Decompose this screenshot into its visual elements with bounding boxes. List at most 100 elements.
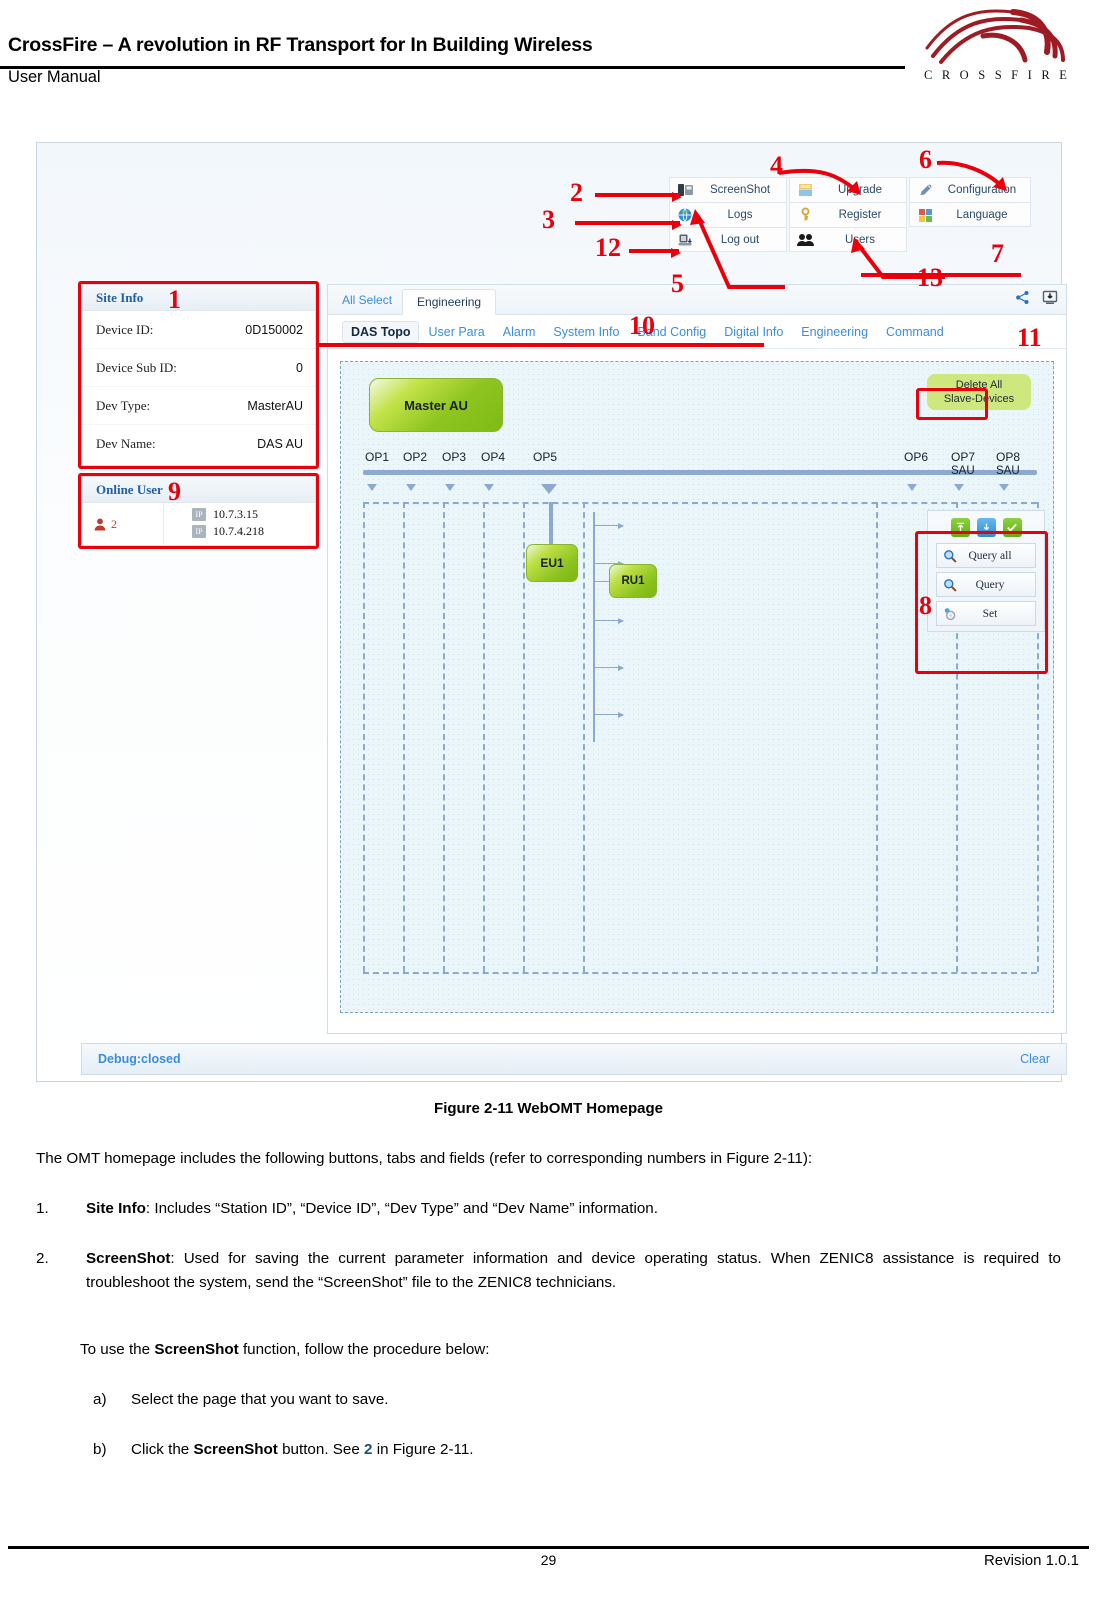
screenshot-procedure-intro: To use the ScreenShot function, follow t…	[80, 1338, 1040, 1362]
register-label: Register	[838, 209, 882, 221]
intro-paragraph: The OMT homepage includes the following …	[36, 1150, 813, 1167]
port-drop-op7	[954, 484, 964, 491]
tab-command[interactable]: Command	[877, 322, 953, 342]
revision-label: Revision 1.0.1	[983, 1552, 1079, 1569]
clear-link[interactable]: Clear	[1020, 1052, 1050, 1066]
sub-item-a-marker: a)	[93, 1391, 107, 1408]
annotation-box-8	[915, 531, 1048, 674]
document-subtitle: User Manual	[8, 68, 101, 86]
annotation-number-10: 10	[629, 311, 655, 340]
list-item-1-rest: : Includes “Station ID”, “Device ID”, “D…	[145, 1200, 658, 1217]
port-drop-op4	[484, 484, 494, 491]
port-label-op4: OP4	[481, 450, 506, 464]
port-drop-op1	[367, 484, 377, 491]
sub-item-b-marker: b)	[93, 1441, 107, 1458]
port-drop-op2	[406, 484, 416, 491]
annotation-number-5: 5	[671, 269, 684, 298]
users-icon	[790, 228, 820, 251]
tab-engineering-sub[interactable]: Engineering	[792, 322, 877, 342]
port-label-op5: OP5	[533, 450, 558, 464]
crossfire-logo: C R O S S F I R E	[917, 2, 1077, 97]
sau-label-op8: SAU	[996, 465, 1020, 477]
screenshot-label: ScreenShot	[709, 184, 771, 196]
sub-item-b-bold: ScreenShot	[193, 1441, 278, 1458]
ru-arrow-5	[595, 664, 624, 671]
topology-branch-5	[523, 502, 525, 972]
procedure-intro-post: function, follow the procedure below:	[238, 1341, 490, 1358]
list-item-1-bold: Site Info	[86, 1200, 146, 1217]
screenshot-button[interactable]: ScreenShot	[669, 177, 787, 202]
header-rule	[0, 66, 905, 69]
eu1-connector	[549, 502, 553, 547]
list-item-2-marker: 2.	[36, 1250, 49, 1267]
figure-caption: Figure 2-11 WebOMT Homepage	[434, 1100, 663, 1117]
annotation-number-12: 12	[595, 233, 621, 262]
list-item-2-bold: ScreenShot	[86, 1250, 171, 1267]
sub-item-b-pre: Click the	[131, 1441, 194, 1458]
annotation-number-9: 9	[168, 477, 181, 506]
port-label-op2: OP2	[403, 450, 428, 464]
all-select-link[interactable]: All Select	[338, 293, 402, 314]
sub-item-a: Select the page that you want to save.	[131, 1391, 389, 1408]
share-icon[interactable]	[1012, 288, 1033, 307]
sub-item-b-post: in Figure 2-11.	[372, 1441, 474, 1458]
annotation-number-13: 13	[917, 263, 943, 292]
annotation-number-4: 4	[770, 151, 783, 180]
document-title: CrossFire – A revolution in RF Transport…	[8, 34, 593, 56]
list-item-2-rest: : Used for saving the current parameter …	[86, 1250, 1061, 1291]
annotation-underline-10	[319, 343, 764, 347]
tab-das-topo[interactable]: DAS Topo	[342, 320, 420, 343]
list-item-1-marker: 1.	[36, 1200, 49, 1217]
debug-status-text: Debug:closed	[98, 1052, 181, 1066]
annotation-number-6: 6	[919, 145, 932, 174]
tab-alarm[interactable]: Alarm	[494, 322, 545, 342]
webomt-screenshot: ScreenShot Logs Log out Upgrade Register…	[36, 142, 1067, 1082]
master-au-node[interactable]: Master AU	[369, 378, 503, 432]
eu1-node[interactable]: EU1	[526, 544, 578, 582]
language-label: Language	[956, 208, 1008, 221]
crossfire-logo-mark	[925, 9, 1065, 64]
page-number: 29	[540, 1552, 557, 1568]
port-label-op6: OP6	[904, 450, 929, 464]
ru1-node[interactable]: RU1	[609, 564, 657, 598]
sub-item-b-mid: button. See	[277, 1441, 365, 1458]
ru-arrow-1	[595, 522, 624, 529]
panel-actions	[1012, 288, 1060, 307]
tab-digital-info[interactable]: Digital Info	[715, 322, 792, 342]
tab-system-info[interactable]: System Info	[544, 322, 628, 342]
topology-branch-1	[363, 502, 365, 972]
tab-engineering[interactable]: Engineering	[402, 289, 497, 315]
annotation-arrow-2	[595, 192, 682, 202]
annotation-number-11: 11	[1017, 323, 1042, 352]
procedure-intro-bold: ScreenShot	[154, 1341, 239, 1358]
list-item-2: ScreenShot: Used for saving the current …	[86, 1247, 1061, 1295]
port-drop-op6	[907, 484, 917, 491]
port-drop-op3	[445, 484, 455, 491]
annotation-number-2: 2	[570, 178, 583, 207]
das-topology-canvas: Master AU Delete All Slave-Devices OP1 O…	[340, 361, 1054, 1013]
annotation-box-1	[78, 281, 319, 469]
annotation-arrow-4	[778, 168, 861, 195]
download-icon[interactable]	[1039, 288, 1060, 307]
ru-spine-line	[593, 512, 595, 742]
topology-branch-7	[876, 502, 878, 972]
port-drop-op5	[541, 484, 557, 494]
port-label-op8: OP8	[996, 450, 1021, 464]
port-label-op7: OP7	[951, 450, 976, 464]
topology-dashed-bottom	[363, 972, 1037, 974]
debug-status-bar: Debug:closed Clear	[81, 1043, 1067, 1075]
port-label-op3: OP3	[442, 450, 467, 464]
list-item-1: Site Info: Includes “Station ID”, “Devic…	[86, 1197, 1061, 1221]
sau-label-op7: SAU	[951, 465, 975, 477]
annotation-box-11	[916, 388, 988, 420]
document-header: CrossFire – A revolution in RF Transport…	[0, 0, 1097, 110]
annotation-number-3: 3	[542, 205, 555, 234]
optical-bus-line	[363, 470, 1037, 475]
tab-user-para[interactable]: User Para	[419, 322, 493, 342]
port-drop-op8	[999, 484, 1009, 491]
topology-dashed-rail	[363, 502, 1037, 504]
annotation-number-1: 1	[168, 285, 181, 314]
sub-item-b: Click the ScreenShot button. See 2 in Fi…	[131, 1438, 1031, 1462]
procedure-intro-pre: To use the	[80, 1341, 155, 1358]
ru-arrow-4	[595, 617, 624, 624]
